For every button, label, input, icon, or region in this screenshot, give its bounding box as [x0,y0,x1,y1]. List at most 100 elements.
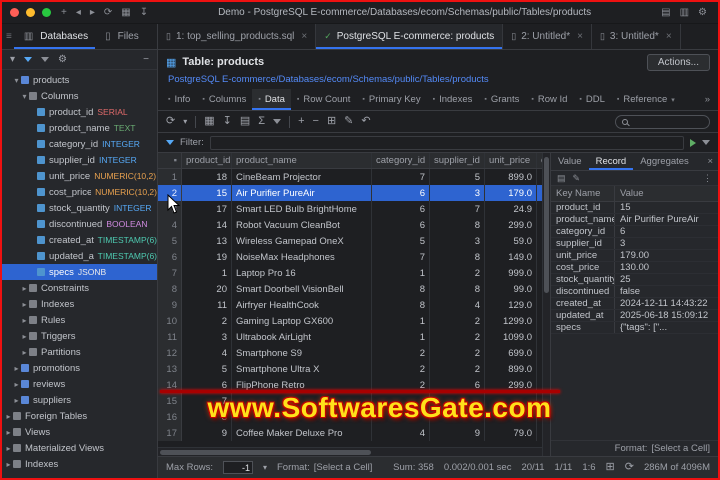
tree-item-specs[interactable]: specs JSONB [2,264,157,280]
record-value[interactable]: 130.00 [615,262,718,273]
filter-options-icon[interactable] [702,140,710,145]
cell[interactable]: Airfryer HealthCook [232,297,372,313]
grid-icon[interactable]: ▦ [118,7,133,18]
table-row[interactable]: 8 20 Smart Doorbell VisionBell 8 8 99.0 [158,281,542,297]
vertical-scroll-thumb[interactable] [544,157,549,294]
tree-item-unit-price[interactable]: unit_price NUMERIC(10,2) [2,168,157,184]
cell[interactable]: NoiseMax Headphones [232,249,372,265]
record-row-supplier_id[interactable]: supplier_id 3 [551,238,718,250]
cell[interactable]: 2 [372,361,430,377]
table-row[interactable]: 11 3 Ultrabook AirLight 1 2 1099.0 [158,329,542,345]
record-value[interactable]: 179.00 [615,250,718,261]
row-number[interactable]: 17 [158,425,182,441]
record-row-product_name[interactable]: product_name Air Purifier PureAir [551,214,718,226]
record-value[interactable]: false [615,286,718,297]
grid-corner[interactable]: ▪ [158,153,182,168]
cell[interactable]: 1299.0 [485,313,537,329]
export-icon[interactable]: ↧ [137,7,151,18]
record-menu-icon[interactable]: ⋮ [703,173,712,184]
chevron-right-icon[interactable]: ▸ [20,332,29,341]
record-value[interactable]: 2024-12-11 14:43:22 [615,298,718,309]
record-row-unit_price[interactable]: unit_price 179.00 [551,250,718,262]
actions-button[interactable]: Actions... [646,53,710,71]
column-header-product_name[interactable]: product_name [232,153,372,168]
minimize-window-button[interactable] [26,8,35,17]
cell[interactable]: 6 [372,201,430,217]
tree-item-partitions[interactable]: ▸ Partitions [2,344,157,360]
record-value[interactable]: 15 [615,202,718,213]
zoom-window-button[interactable] [42,8,51,17]
layout-icon[interactable]: ▤ [658,7,673,18]
record-row-discontinued[interactable]: discontinued false [551,286,718,298]
tree-item-indexes[interactable]: ▸ Indexes [2,456,157,472]
horizontal-scrollbar[interactable] [158,447,542,456]
new-icon[interactable]: + [58,7,70,18]
cell[interactable]: 99.0 [485,281,537,297]
cell[interactable]: CineBeam Projector [232,169,372,185]
cell[interactable]: 14 [182,217,232,233]
row-number[interactable]: 4 [158,217,182,233]
table-row[interactable]: 2 15 Air Purifier PureAir 6 3 179.0 [158,185,542,201]
tab-indexes[interactable]: ▪ Indexes [427,89,479,110]
cell[interactable]: 1 [372,329,430,345]
tab-grants[interactable]: ▪ Grants [478,89,525,110]
reload-dropdown-icon[interactable]: ▾ [183,117,187,126]
tree-options-icon[interactable]: ▾ [10,54,15,65]
cell[interactable]: 11 [182,297,232,313]
tree-item-supplier-id[interactable]: supplier_id INTEGER [2,152,157,168]
tree-item-product-name[interactable]: product_name TEXT [2,120,157,136]
cell[interactable]: 13 [182,233,232,249]
row-number[interactable]: 15 [158,393,182,409]
tree-item-cost-price[interactable]: cost_price NUMERIC(10,2) [2,184,157,200]
cell[interactable]: 2 [430,361,485,377]
record-row-category_id[interactable]: category_id 6 [551,226,718,238]
undo-icon[interactable]: ↶ [361,116,370,127]
table-row[interactable]: 9 11 Airfryer HealthCook 8 4 129.0 [158,297,542,313]
tab-ddl[interactable]: ▪ DDL [573,89,611,110]
table-row[interactable]: 7 1 Laptop Pro 16 1 2 999.0 [158,265,542,281]
cell[interactable]: Smartphone S9 [232,345,372,361]
tab-value[interactable]: Value [551,153,589,170]
collapse-all-icon[interactable]: − [143,54,149,65]
cell[interactable]: Robot Vacuum CleanBot [232,217,372,233]
column-header-product_id[interactable]: product_id [182,153,232,168]
cell[interactable]: 2 [430,265,485,281]
cell[interactable]: 7 [372,169,430,185]
aggregate-sigma-icon[interactable]: Σ [258,116,265,127]
cell[interactable]: Wireless Gamepad OneX [232,233,372,249]
export-data-icon[interactable]: ↧ [223,116,232,127]
cell[interactable]: 7 [430,201,485,217]
format-value[interactable]: [Select a Cell] [651,443,710,454]
insert-row-icon[interactable]: + [298,116,304,127]
cell[interactable]: 6 [372,185,430,201]
duplicate-row-icon[interactable]: ⊞ [327,116,336,127]
tree-item-materialized-views[interactable]: ▸ Materialized Views [2,440,157,456]
cell[interactable]: Coffee Maker Deluxe Pro [232,425,372,441]
cell[interactable]: 3 [430,185,485,201]
cell[interactable]: 699.0 [485,345,537,361]
cell[interactable]: 1099.0 [485,329,537,345]
cell[interactable]: 8 [430,217,485,233]
chevron-down-icon[interactable]: ▾ [12,76,21,85]
tab-databases[interactable]: ▥ Databases [14,24,95,49]
cell[interactable]: 15 [182,185,232,201]
record-value[interactable]: 6 [615,226,718,237]
cell[interactable]: Smart LED Bulb BrightHome [232,201,372,217]
cell[interactable]: 59.0 [485,233,537,249]
record-row-product_id[interactable]: product_id 15 [551,202,718,214]
cell[interactable]: 5 [182,361,232,377]
filter-input[interactable] [209,135,684,150]
chevron-right-icon[interactable]: ▸ [4,460,13,469]
record-value[interactable]: 3 [615,238,718,249]
delete-row-icon[interactable]: − [313,116,319,127]
cell[interactable]: 2 [430,313,485,329]
record-value[interactable]: 2025-06-18 15:09:12 [615,310,718,321]
cell[interactable]: 24.9 [485,201,537,217]
cell[interactable]: 299.0 [485,217,537,233]
tab-files[interactable]: ▯ Files [95,24,146,49]
filter-funnel-icon[interactable] [24,57,33,62]
chevron-right-icon[interactable]: ▸ [4,412,13,421]
cell[interactable]: 899.0 [485,169,537,185]
tree-item-promotions[interactable]: ▸ promotions [2,360,157,376]
cell[interactable]: 2 [430,329,485,345]
